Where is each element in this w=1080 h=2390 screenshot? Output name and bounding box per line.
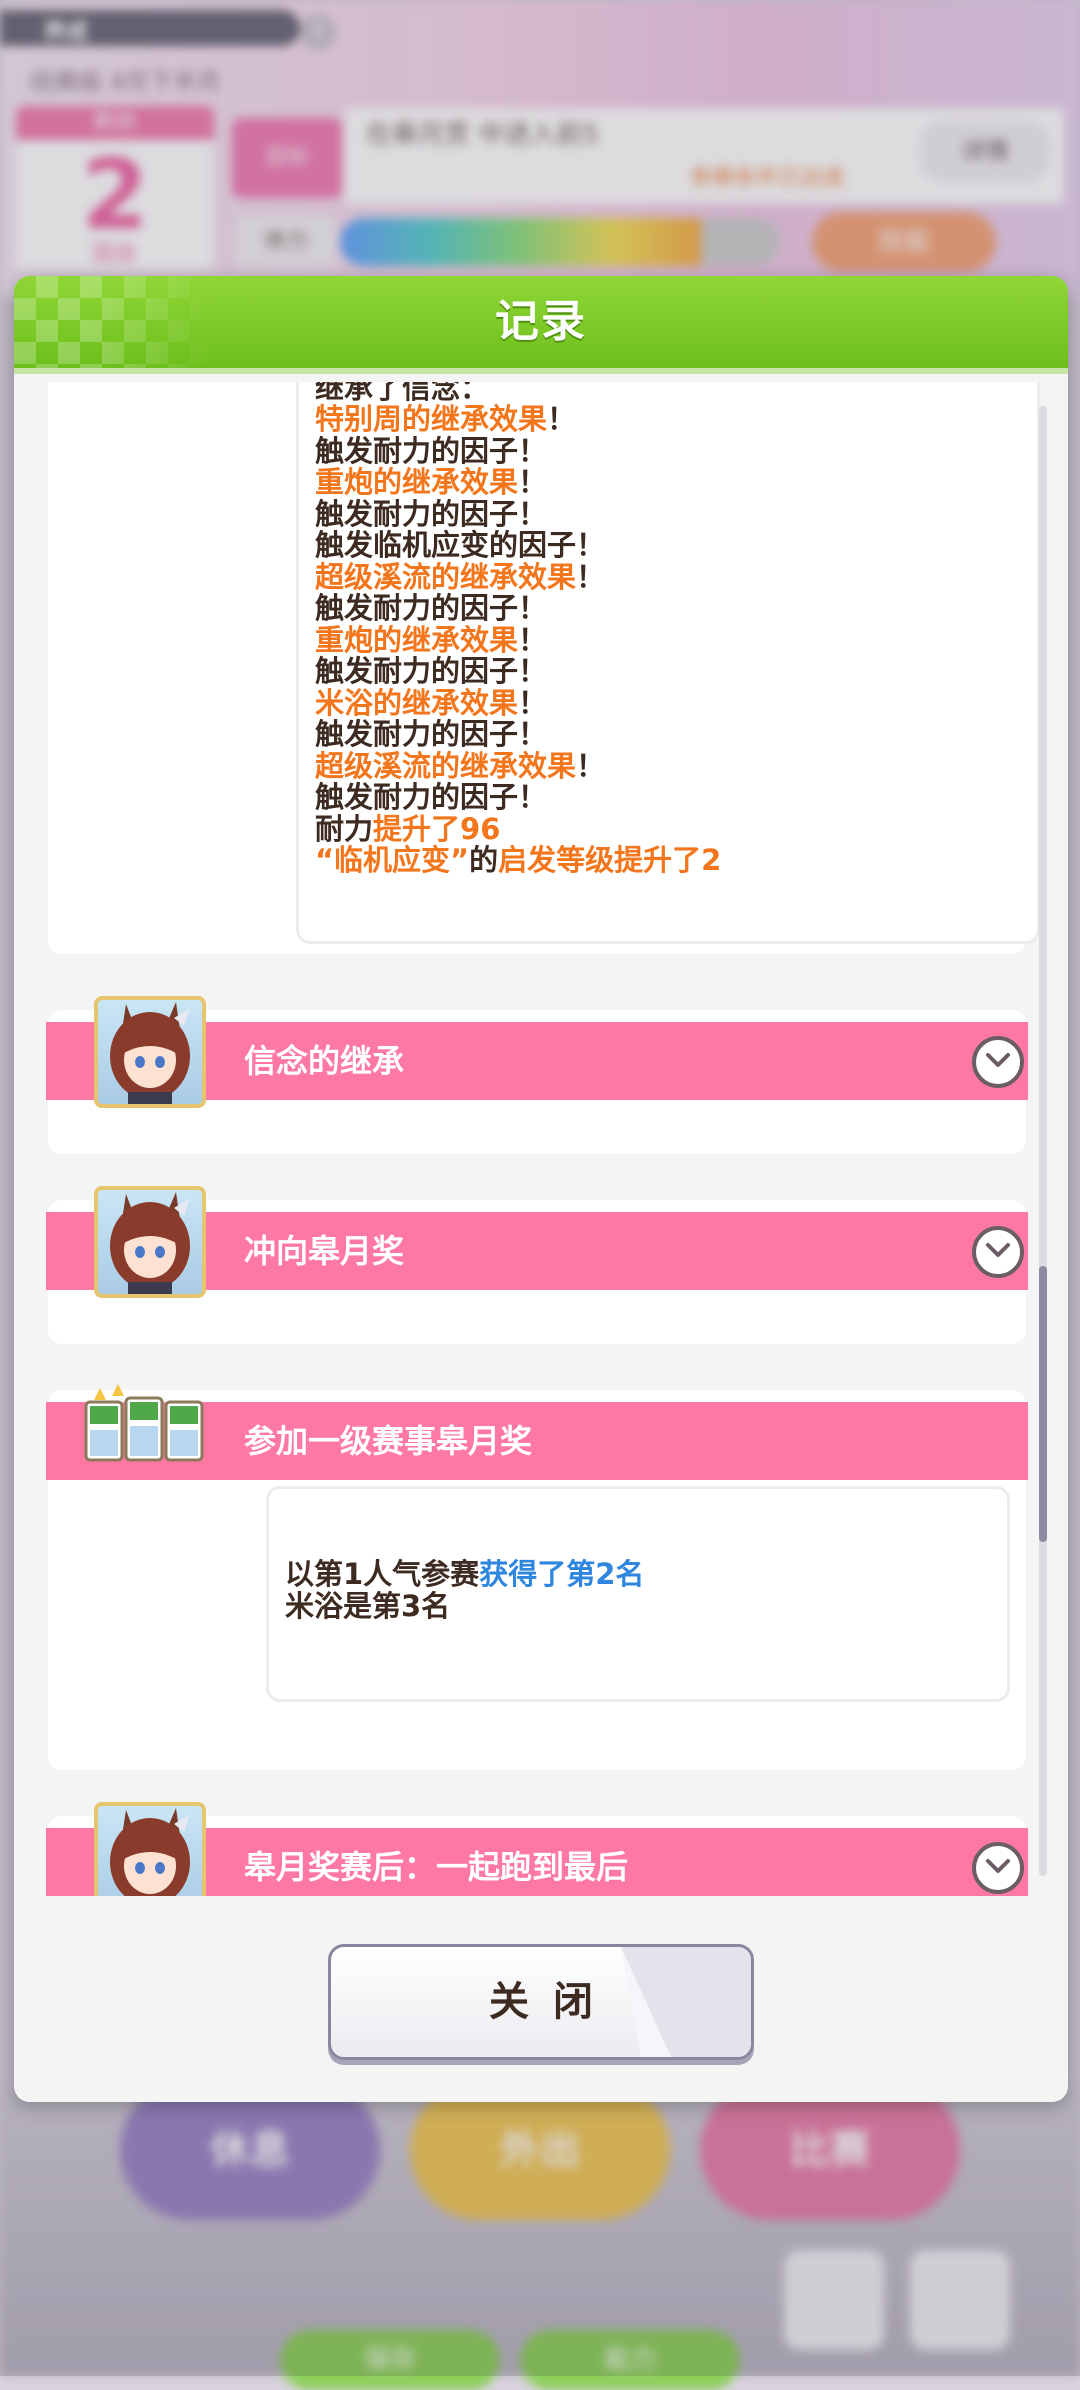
log-text-segment: 超级溪流的继承效果 [315, 748, 577, 783]
log-text-segment: 触发耐力的因子！ [315, 496, 548, 531]
log-card: 继承了信念： 特别周的继承效果！ 触发耐力的因子！ 重炮的继承效果！ 触发耐力的因子！… [48, 382, 1040, 954]
log-line: 超级溪流的继承效果！ [315, 559, 606, 594]
log-line: 耐力提升了96 [315, 811, 501, 846]
log-line: 特别周的继承效果！ [315, 404, 576, 435]
expand-chevron-icon[interactable] [972, 1842, 1024, 1894]
log-text-segment: 米浴的继承效果 [315, 685, 519, 720]
log-text-segment: 启发等级提升了2 [498, 843, 722, 877]
log-text-segment: 的 [469, 843, 499, 877]
log-text-segment: 重炮的继承效果 [315, 465, 519, 499]
expand-chevron-icon[interactable] [972, 1226, 1024, 1278]
race-podium-icon [84, 1384, 204, 1462]
race-result-box: 以第1人气参赛获得了第2名 米浴是第3名 [266, 1486, 1010, 1702]
log-text-segment: ！ [518, 622, 548, 657]
log-text-segment: “临机应变” [315, 843, 470, 877]
character-portrait-art [110, 1192, 190, 1294]
log-text-segment: 以第1人气参赛 [285, 1557, 480, 1591]
log-line: 触发耐力的因子！ [315, 782, 547, 813]
log-line-cut: 继承了信念： [315, 382, 490, 405]
record-scroll-list[interactable]: 继承了信念： 特别周的继承效果！ 触发耐力的因子！ 重炮的继承效果！ 触发耐力的因子！… [18, 382, 1048, 1902]
log-text-segment: 米浴是第3名 [285, 1589, 451, 1623]
log-line: 超级溪流的继承效果！ [315, 748, 606, 783]
log-text-segment: 触发耐力的因子！ [315, 717, 548, 751]
dialog-header: 记录 [14, 276, 1068, 374]
log-text-segment: 提升了96 [373, 811, 501, 846]
character-portrait-art [110, 1808, 190, 1902]
log-line: 以第1人气参赛获得了第2名 [285, 1559, 644, 1590]
log-line: 触发耐力的因子！ [315, 593, 547, 624]
log-text-segment: 超级溪流的继承效果 [315, 559, 577, 594]
log-line: 重炮的继承效果！ [315, 467, 547, 498]
scrollbar-thumb[interactable] [1039, 1266, 1047, 1542]
log-text-segment: ！ [518, 465, 548, 499]
log-line: 触发临机应变的因子！ [315, 530, 605, 561]
log-text-segment: ！ [547, 402, 577, 436]
log-text-segment: 触发耐力的因子！ [315, 654, 548, 688]
close-button[interactable]: 关闭 [328, 1944, 754, 2060]
event-title-race: 参加一级赛事皋月奖 [244, 1422, 533, 1460]
log-line: 重炮的继承效果！ [315, 622, 548, 657]
log-line: 触发耐力的因子！ [315, 496, 548, 531]
scrollbar[interactable] [1039, 406, 1047, 1876]
character-portrait [94, 1186, 206, 1298]
event-title-after-race: 皋月奖赛后：一起跑到最后 [244, 1848, 629, 1886]
log-text-segment: ！ [576, 559, 606, 594]
event-title-satsuki: 冲向皋月奖 [244, 1232, 405, 1270]
character-portrait [94, 1802, 206, 1902]
record-dialog: 记录 继承了信念： 特别周的继承效果！ 触发耐力的因子！ 重炮的继承效果！ 触发耐力的… [14, 276, 1068, 2102]
log-line: 米浴的继承效果！ [315, 685, 548, 720]
log-text-segment: 获得了第2名 [479, 1557, 645, 1591]
event-title-inherit: 信念的继承 [244, 1042, 405, 1080]
log-text-segment: 触发耐力的因子！ [315, 433, 548, 468]
log-text-segment: 触发耐力的因子！ [315, 780, 548, 814]
character-portrait-art [110, 1002, 190, 1104]
log-text-segment: 触发临机应变的因子！ [315, 528, 606, 562]
character-portrait [94, 996, 206, 1108]
log-line: 触发耐力的因子！ [315, 719, 547, 750]
log-text-segment: ！ [518, 685, 548, 720]
log-text-segment: 耐力 [315, 811, 374, 846]
log-line: 触发耐力的因子！ [315, 656, 547, 687]
log-line: 米浴是第3名 [285, 1591, 450, 1622]
log-text-segment: ！ [576, 748, 606, 783]
dialog-title: 记录 [495, 296, 587, 347]
log-text-segment: 重炮的继承效果 [315, 622, 519, 657]
log-line: 触发耐力的因子！ [315, 433, 548, 468]
log-line: “临机应变”的启发等级提升了2 [315, 845, 721, 876]
log-text-segment: 特别周的继承效果 [315, 402, 548, 436]
log-text-segment: 触发耐力的因子！ [315, 591, 548, 625]
log-text-box: 继承了信念： 特别周的继承效果！ 触发耐力的因子！ 重炮的继承效果！ 触发耐力的因子！… [296, 382, 1040, 944]
close-button-label: 关闭 [489, 1979, 617, 2025]
expand-chevron-icon[interactable] [972, 1036, 1024, 1088]
